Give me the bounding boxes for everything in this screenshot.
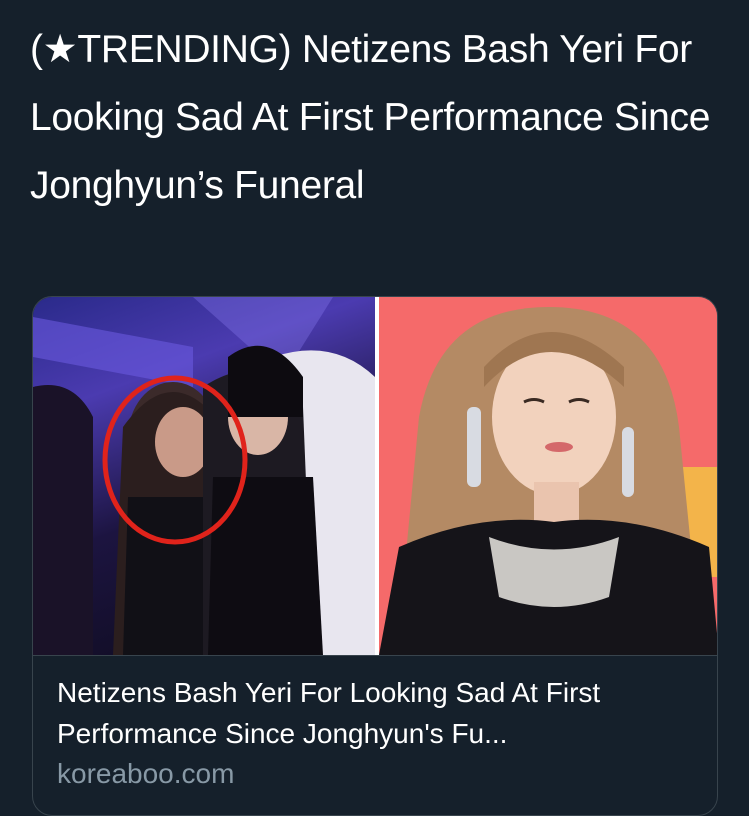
portrait-photo	[379, 297, 717, 655]
tweet-text: (★TRENDING) Netizens Bash Yeri For Looki…	[30, 28, 711, 207]
card-domain: koreaboo.com	[57, 758, 235, 789]
card-meta: Netizens Bash Yeri For Looking Sad At Fi…	[33, 655, 717, 815]
link-preview-card[interactable]: Netizens Bash Yeri For Looking Sad At Fi…	[32, 296, 718, 816]
portrait-photo-illustration	[379, 297, 717, 655]
concert-photo-illustration	[33, 297, 375, 655]
card-title[interactable]: Netizens Bash Yeri For Looking Sad At Fi…	[57, 672, 695, 754]
concert-photo	[33, 297, 375, 655]
card-image[interactable]	[33, 297, 717, 655]
